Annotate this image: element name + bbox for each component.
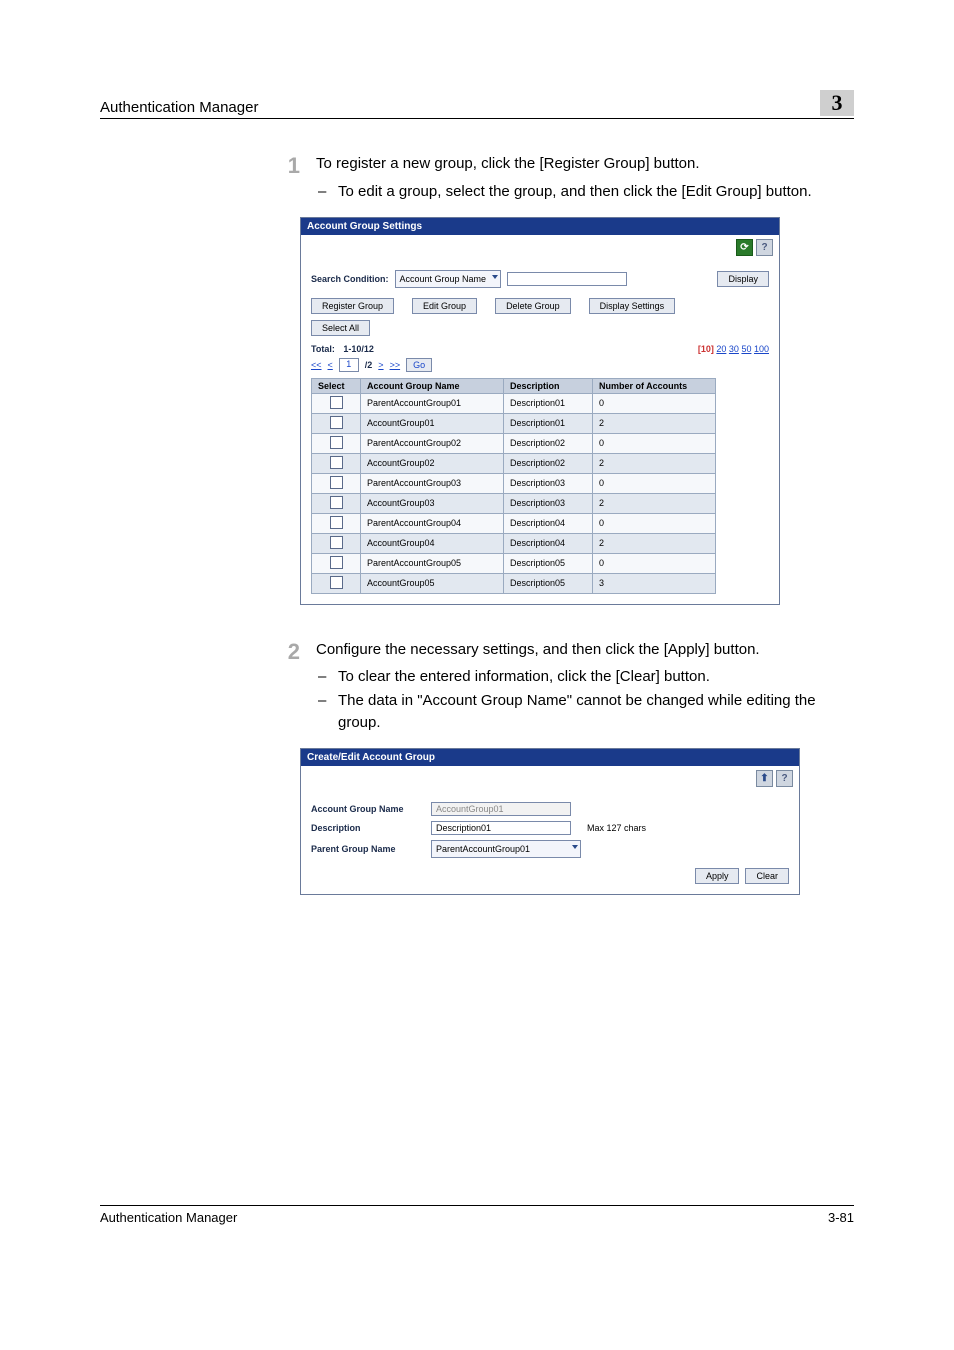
footer-page: 3-81	[828, 1210, 854, 1225]
delete-group-button[interactable]: Delete Group	[495, 298, 571, 314]
pager-go-button[interactable]: Go	[406, 358, 432, 372]
create-edit-account-group-panel: Create/Edit Account Group ⬆ ? Account Gr…	[300, 748, 800, 895]
step-1-sub-1: To edit a group, select the group, and t…	[338, 181, 854, 203]
display-settings-button[interactable]: Display Settings	[589, 298, 676, 314]
search-condition-select[interactable]: Account Group Name	[395, 270, 502, 288]
search-condition-label: Search Condition:	[311, 274, 389, 284]
display-button[interactable]: Display	[717, 271, 769, 287]
pager-last[interactable]: >>	[390, 360, 401, 370]
description-label: Description	[311, 823, 431, 833]
account-group-name-label: Account Group Name	[311, 804, 431, 814]
table-row: AccountGroup02Description022	[312, 453, 716, 473]
account-group-name-input: AccountGroup01	[431, 802, 571, 816]
row-checkbox[interactable]	[330, 556, 343, 569]
row-checkbox[interactable]	[330, 536, 343, 549]
page-size-20[interactable]: 20	[716, 344, 726, 354]
table-row: AccountGroup03Description032	[312, 493, 716, 513]
page-header-title: Authentication Manager	[100, 99, 258, 116]
back-icon[interactable]: ⬆	[756, 770, 773, 787]
apply-button[interactable]: Apply	[695, 868, 740, 884]
page-size-10: [10]	[698, 344, 714, 354]
parent-group-name-label: Parent Group Name	[311, 844, 431, 854]
refresh-icon[interactable]: ⟳	[736, 239, 753, 256]
panel-title: Create/Edit Account Group	[301, 749, 799, 766]
description-input[interactable]: Description01	[431, 821, 571, 835]
edit-group-button[interactable]: Edit Group	[412, 298, 477, 314]
pager-first[interactable]: <<	[311, 360, 322, 370]
pager-prev[interactable]: <	[328, 360, 333, 370]
chapter-badge: 3	[820, 90, 854, 116]
total-label: Total:	[311, 344, 335, 354]
pager-next[interactable]: >	[378, 360, 383, 370]
step-2-sub-2: The data in "Account Group Name" cannot …	[338, 690, 854, 734]
dash-icon: –	[316, 690, 338, 734]
step-2-text: Configure the necessary settings, and th…	[316, 639, 854, 661]
row-checkbox[interactable]	[330, 456, 343, 469]
table-row: AccountGroup04Description042	[312, 533, 716, 553]
step-1-number: 1	[260, 153, 316, 203]
page-size-50[interactable]: 50	[741, 344, 751, 354]
select-all-button[interactable]: Select All	[311, 320, 370, 336]
table-row: ParentAccountGroup03Description030	[312, 473, 716, 493]
group-table: Select Account Group Name Description Nu…	[311, 378, 716, 594]
step-2-number: 2	[260, 639, 316, 734]
table-row: AccountGroup05Description053	[312, 573, 716, 593]
row-checkbox[interactable]	[330, 496, 343, 509]
page-size-100[interactable]: 100	[754, 344, 769, 354]
parent-group-name-select[interactable]: ParentAccountGroup01	[431, 840, 581, 858]
table-row: ParentAccountGroup02Description020	[312, 433, 716, 453]
page-size-links: [10] 20 30 50 100	[698, 344, 769, 354]
dash-icon: –	[316, 666, 338, 688]
row-checkbox[interactable]	[330, 416, 343, 429]
step-2-sub-1: To clear the entered information, click …	[338, 666, 854, 688]
footer-title: Authentication Manager	[100, 1210, 237, 1225]
pager-page-input[interactable]: 1	[339, 358, 359, 372]
table-row: AccountGroup01Description012	[312, 413, 716, 433]
table-row: ParentAccountGroup05Description050	[312, 553, 716, 573]
row-checkbox[interactable]	[330, 396, 343, 409]
col-number-accounts: Number of Accounts	[593, 378, 716, 393]
dash-icon: –	[316, 181, 338, 203]
total-value: 1-10/12	[343, 344, 374, 354]
col-name: Account Group Name	[361, 378, 504, 393]
pager-total: /2	[365, 360, 373, 370]
step-1-text: To register a new group, click the [Regi…	[316, 153, 854, 175]
row-checkbox[interactable]	[330, 576, 343, 589]
clear-button[interactable]: Clear	[745, 868, 789, 884]
table-row: ParentAccountGroup01Description010	[312, 393, 716, 413]
register-group-button[interactable]: Register Group	[311, 298, 394, 314]
description-hint: Max 127 chars	[587, 823, 646, 833]
account-group-settings-panel: Account Group Settings ⟳ ? Search Condit…	[300, 217, 780, 605]
table-row: ParentAccountGroup04Description040	[312, 513, 716, 533]
row-checkbox[interactable]	[330, 516, 343, 529]
help-icon[interactable]: ?	[756, 239, 773, 256]
row-checkbox[interactable]	[330, 476, 343, 489]
col-description: Description	[504, 378, 593, 393]
row-checkbox[interactable]	[330, 436, 343, 449]
search-value-input[interactable]	[507, 272, 627, 286]
col-select: Select	[312, 378, 361, 393]
help-icon[interactable]: ?	[776, 770, 793, 787]
page-size-30[interactable]: 30	[729, 344, 739, 354]
panel-title: Account Group Settings	[301, 218, 779, 235]
